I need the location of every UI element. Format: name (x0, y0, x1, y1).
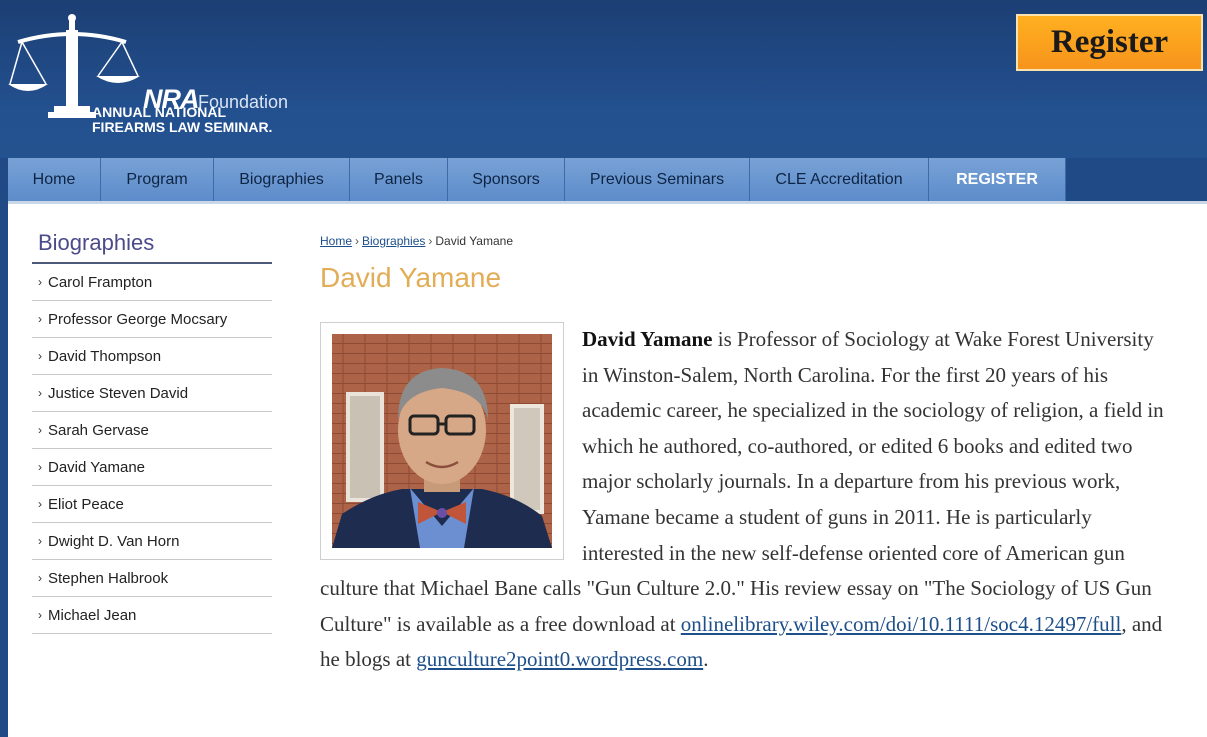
sidebar-item-michael-jean[interactable]: › Michael Jean (32, 597, 272, 634)
sidebar-item-label: Carol Frampton (48, 273, 153, 291)
breadcrumb-separator: › (355, 234, 360, 248)
chevron-right-icon: › (38, 497, 42, 511)
chevron-right-icon: › (38, 423, 42, 437)
main-nav: Home Program Biographies Panels Sponsors… (8, 158, 1066, 201)
chevron-right-icon: › (38, 312, 42, 326)
nav-biographies[interactable]: Biographies (214, 158, 350, 201)
nav-previous-seminars[interactable]: Previous Seminars (565, 158, 750, 201)
bio-name: David Yamane (582, 327, 713, 351)
sidebar-item-eliot-peace[interactable]: › Eliot Peace (32, 486, 272, 523)
sidebar-item-label: Stephen Halbrook (48, 569, 169, 587)
logo-seminar-line1: ANNUAL NATIONAL (92, 104, 227, 120)
chevron-right-icon: › (38, 349, 42, 363)
sidebar-item-david-thompson[interactable]: › David Thompson (32, 338, 272, 375)
portrait-photo (320, 322, 564, 560)
breadcrumb-home-link[interactable]: Home (320, 234, 352, 248)
nav-cle-accreditation[interactable]: CLE Accreditation (750, 158, 929, 201)
chevron-right-icon: › (38, 534, 42, 548)
sidebar-title: Biographies (32, 230, 272, 264)
content-area: Biographies › Carol Frampton › Professor G… (8, 201, 1207, 737)
chevron-right-icon: › (38, 608, 42, 622)
sidebar-item-label: David Thompson (48, 347, 162, 365)
sidebar-item-label: Sarah Gervase (48, 421, 149, 439)
breadcrumb: Home › Biographies › David Yamane (320, 234, 1170, 248)
site-logo[interactable]: NRA Foundation ANNUAL NATIONAL FIREARMS … (8, 12, 308, 140)
chevron-right-icon: › (38, 275, 42, 289)
nav-sponsors[interactable]: Sponsors (448, 158, 565, 201)
sidebar-item-label: Dwight D. Van Horn (48, 532, 180, 550)
bio-block: David Yamane is Professor of Sociology a… (320, 322, 1170, 678)
sidebar-item-label: David Yamane (48, 458, 146, 476)
logo-seminar-line2: FIREARMS LAW SEMINAR. (92, 119, 273, 135)
sidebar-list: › Carol Frampton › Professor George Mocsar… (32, 264, 272, 634)
portrait-image (332, 334, 552, 548)
sidebar-item-sarah-gervase[interactable]: › Sarah Gervase (32, 412, 272, 449)
sidebar-item-label: Eliot Peace (48, 495, 124, 513)
breadcrumb-separator: › (428, 234, 433, 248)
blog-link[interactable]: gunculture2point0.wordpress.com (416, 647, 703, 671)
wiley-article-link[interactable]: onlinelibrary.wiley.com/doi/10.1111/soc4… (681, 612, 1122, 636)
chevron-right-icon: › (38, 460, 42, 474)
chevron-right-icon: › (38, 386, 42, 400)
sidebar-item-label: Justice Steven David (48, 384, 189, 402)
sidebar-item-label: Michael Jean (48, 606, 137, 624)
bio-text-part3: . (703, 647, 709, 672)
sidebar-item-george-mocsary[interactable]: › Professor George Mocsary (32, 301, 272, 338)
sidebar-item-carol-frampton[interactable]: › Carol Frampton (32, 264, 272, 301)
chevron-right-icon: › (38, 571, 42, 585)
nav-register[interactable]: REGISTER (929, 158, 1066, 201)
nav-panels[interactable]: Panels (350, 158, 448, 201)
breadcrumb-current: David Yamane (435, 234, 513, 248)
nav-home[interactable]: Home (8, 158, 101, 201)
main-content: Home › Biographies › David Yamane David Yama… (320, 234, 1170, 678)
sidebar-item-dwight-van-horn[interactable]: › Dwight D. Van Horn (32, 523, 272, 560)
sidebar-item-david-yamane[interactable]: › David Yamane (32, 449, 272, 486)
site-header: NRA Foundation ANNUAL NATIONAL FIREARMS … (0, 0, 1207, 158)
sidebar-item-label: Professor George Mocsary (48, 310, 228, 328)
nav-program[interactable]: Program (101, 158, 214, 201)
page-title: David Yamane (320, 262, 502, 293)
sidebar: Biographies › Carol Frampton › Professor G… (32, 230, 272, 634)
register-button[interactable]: Register (1016, 14, 1203, 71)
sidebar-item-steven-david[interactable]: › Justice Steven David (32, 375, 272, 412)
breadcrumb-biographies-link[interactable]: Biographies (362, 234, 425, 248)
sidebar-item-stephen-halbrook[interactable]: › Stephen Halbrook (32, 560, 272, 597)
